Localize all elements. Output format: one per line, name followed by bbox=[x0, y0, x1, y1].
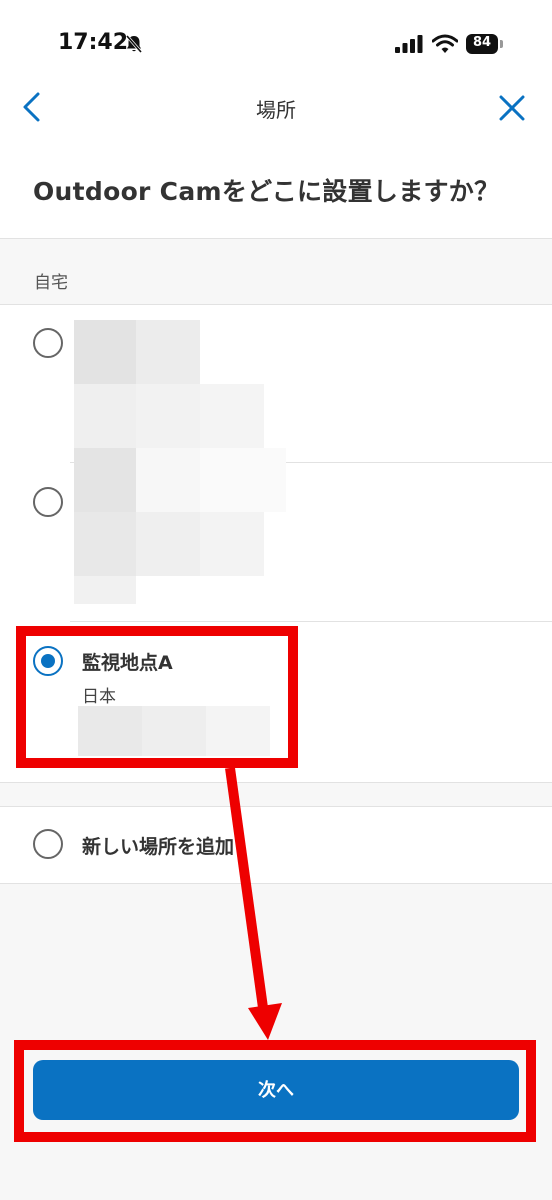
section-label-home: 自宅 bbox=[34, 273, 68, 293]
highlight-box-selected-location bbox=[16, 626, 298, 768]
battery-icon: 84 bbox=[466, 34, 504, 54]
cellular-signal-icon bbox=[395, 35, 423, 53]
status-time: 17:42 bbox=[58, 30, 129, 55]
blurred-location-2[interactable] bbox=[70, 448, 290, 608]
bell-muted-icon bbox=[125, 35, 143, 53]
page-title: 場所 bbox=[256, 98, 296, 122]
add-location-radio[interactable] bbox=[33, 829, 63, 859]
highlight-box-next-button bbox=[14, 1040, 536, 1142]
location-radio-1[interactable] bbox=[33, 328, 63, 358]
setup-question: Outdoor Camをどこに設置しますか？ bbox=[33, 177, 500, 206]
add-location-label[interactable]: 新しい場所を追加 bbox=[82, 832, 234, 859]
location-radio-2[interactable] bbox=[33, 487, 63, 517]
close-icon[interactable] bbox=[496, 92, 528, 124]
battery-level: 84 bbox=[472, 35, 492, 50]
wifi-icon bbox=[432, 34, 458, 53]
blurred-location-1[interactable] bbox=[70, 318, 280, 448]
